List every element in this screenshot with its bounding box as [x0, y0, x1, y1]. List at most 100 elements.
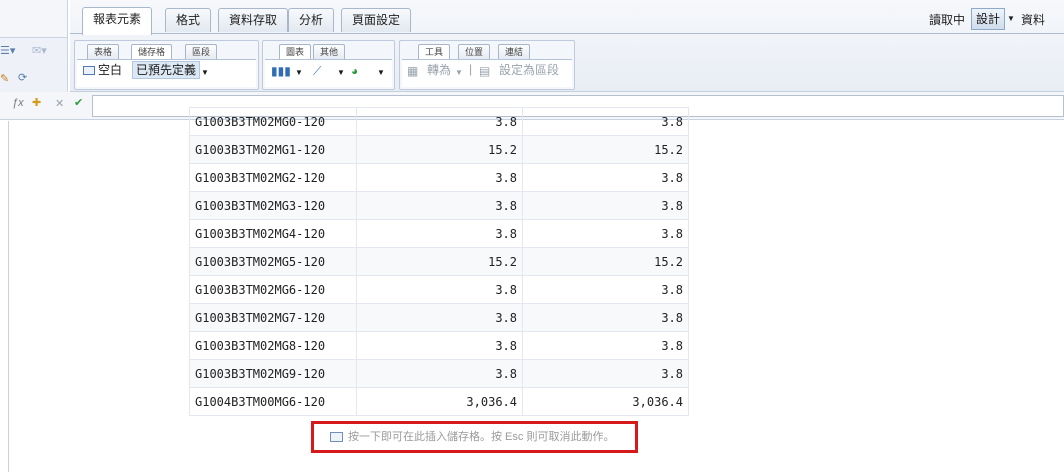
subtab-chart[interactable]: 圖表: [279, 44, 312, 59]
divider: |: [469, 62, 473, 76]
table-cell[interactable]: 3.8: [522, 107, 689, 136]
report-table: G1003B3TM02MG0-120 3.8 3.8 G1003B3TM02MG1-1…: [189, 107, 689, 416]
edit-icon[interactable]: ✎: [0, 72, 9, 85]
chevron-down-icon[interactable]: ▼: [1007, 14, 1015, 23]
hint-text: 按一下即可在此插入儲存格。按 Esc 則可取消此動作。: [348, 431, 615, 443]
table-cell[interactable]: G1003B3TM02MG1-120: [189, 135, 357, 164]
subtab-table[interactable]: 表格: [87, 44, 120, 59]
cancel-icon[interactable]: ✕: [55, 97, 64, 110]
table-cell[interactable]: 3,036.4: [522, 387, 689, 416]
table-cell[interactable]: G1003B3TM02MG6-120: [189, 275, 357, 304]
table-cell[interactable]: 3.8: [356, 303, 523, 332]
table-row[interactable]: G1003B3TM02MG9-120 3.8 3.8: [189, 359, 689, 388]
insert-field-icon[interactable]: ✚: [32, 96, 41, 109]
table-cell[interactable]: 3.8: [522, 331, 689, 360]
table-cell[interactable]: G1003B3TM02MG0-120: [189, 107, 357, 136]
refresh-icon[interactable]: ⟳: [18, 71, 27, 84]
chevron-down-icon: ▼: [455, 68, 463, 77]
table-cell[interactable]: 3.8: [356, 275, 523, 304]
mode-data[interactable]: 資料: [1021, 11, 1045, 28]
mail-icon[interactable]: ✉▾: [32, 44, 47, 57]
table-cell[interactable]: G1003B3TM02MG3-120: [189, 191, 357, 220]
mode-reading[interactable]: 讀取中: [929, 11, 965, 28]
table-row[interactable]: G1003B3TM02MG4-120 3.8 3.8: [189, 219, 689, 248]
ribbon: 報表元素 格式 資料存取 分析 頁面設定 讀取中 設計 ▼ 資料 表格 儲存格 …: [70, 0, 1064, 92]
ribbon-tab-row: 報表元素 格式 資料存取 分析 頁面設定 讀取中 設計 ▼ 資料: [70, 0, 1064, 35]
convert-icon: ▦: [407, 64, 419, 78]
table-cell[interactable]: 3.8: [522, 191, 689, 220]
tab-data-access[interactable]: 資料存取: [218, 8, 289, 32]
table-row[interactable]: G1003B3TM02MG8-120 3.8 3.8: [189, 331, 689, 360]
table-cell[interactable]: 3.8: [356, 107, 523, 136]
section-icon: ▤: [479, 64, 491, 78]
tab-format[interactable]: 格式: [165, 8, 212, 32]
tab-report-elements[interactable]: 報表元素: [82, 7, 153, 35]
bar-chart-icon[interactable]: ▮▮▮: [271, 63, 291, 81]
subtab-position[interactable]: 位置: [458, 44, 491, 59]
table-cell[interactable]: G1003B3TM02MG4-120: [189, 219, 357, 248]
confirm-icon[interactable]: ✔: [74, 96, 83, 109]
table-cell[interactable]: 3.8: [356, 331, 523, 360]
table-cell[interactable]: 3.8: [356, 163, 523, 192]
list-icon[interactable]: ☰▾: [0, 44, 15, 57]
table-cell[interactable]: 3,036.4: [356, 387, 523, 416]
table-cell[interactable]: 3.8: [356, 359, 523, 388]
blank-cell-button[interactable]: 空白: [83, 62, 122, 80]
subtab-section[interactable]: 區段: [185, 44, 218, 59]
subtab-link[interactable]: 連結: [498, 44, 531, 59]
table-row[interactable]: G1003B3TM02MG0-120 3.8 3.8: [189, 107, 689, 136]
mode-design-label: 設計: [976, 12, 1001, 26]
pie-chart-icon[interactable]: ◕: [351, 63, 358, 81]
table-row[interactable]: G1004B3TM00MG6-120 3,036.4 3,036.4: [189, 387, 689, 416]
tab-page-setup[interactable]: 頁面設定: [341, 8, 412, 32]
function-icon[interactable]: ƒx: [12, 97, 24, 109]
left-panel-header: [0, 0, 67, 38]
table-cell[interactable]: 3.8: [522, 163, 689, 192]
subtab-cell[interactable]: 儲存格: [131, 44, 173, 59]
subtab-tools[interactable]: 工具: [418, 44, 451, 59]
set-section-button[interactable]: 設定為區段: [499, 62, 559, 80]
chevron-down-icon[interactable]: ▼: [295, 64, 303, 82]
blank-cell-label: 空白: [98, 63, 123, 77]
cell-group: 表格 儲存格 區段 空白 已預先定義 ▼: [74, 40, 259, 90]
chevron-down-icon[interactable]: ▼: [337, 64, 345, 82]
left-panel: ☰▾ ✉▾ ✎ ⟳: [0, 0, 68, 96]
chart-group: 圖表 其他 ▮▮▮ ▼ ⟋ ▼ ◕ ▼: [262, 40, 395, 90]
table-row[interactable]: G1003B3TM02MG2-120 3.8 3.8: [189, 163, 689, 192]
mode-design-button[interactable]: 設計: [971, 8, 1006, 30]
table-cell[interactable]: 3.8: [522, 359, 689, 388]
table-cell[interactable]: G1004B3TM00MG6-120: [189, 387, 357, 416]
table-cell[interactable]: 15.2: [522, 135, 689, 164]
insert-cell-hint[interactable]: 按一下即可在此插入儲存格。按 Esc 則可取消此動作。: [311, 421, 638, 453]
chevron-down-icon[interactable]: ▼: [377, 64, 385, 82]
report-designer: ☰▾ ✉▾ ✎ ⟳ 報表元素 格式 資料存取 分析 頁面設定 讀取中 設計 ▼ …: [0, 0, 1064, 472]
subtab-other[interactable]: 其他: [313, 44, 346, 59]
table-cell[interactable]: G1003B3TM02MG7-120: [189, 303, 357, 332]
scatter-chart-icon[interactable]: ⟋: [313, 63, 321, 81]
blank-cell-icon: [83, 66, 95, 76]
table-cell[interactable]: 3.8: [522, 275, 689, 304]
table-cell[interactable]: G1003B3TM02MG9-120: [189, 359, 357, 388]
table-cell[interactable]: G1003B3TM02MG2-120: [189, 163, 357, 192]
chevron-down-icon[interactable]: ▼: [201, 64, 209, 82]
table-cell[interactable]: 3.8: [522, 303, 689, 332]
table-row[interactable]: G1003B3TM02MG7-120 3.8 3.8: [189, 303, 689, 332]
table-row[interactable]: G1003B3TM02MG1-120 15.2 15.2: [189, 135, 689, 164]
table-row[interactable]: G1003B3TM02MG3-120 3.8 3.8: [189, 191, 689, 220]
table-cell[interactable]: 15.2: [356, 135, 523, 164]
table-cell[interactable]: G1003B3TM02MG5-120: [189, 247, 357, 276]
table-cell[interactable]: 15.2: [356, 247, 523, 276]
cell-group-body: 空白 已預先定義 ▼: [77, 59, 256, 87]
table-cell[interactable]: 3.8: [356, 219, 523, 248]
report-canvas[interactable]: G1003B3TM02MG0-120 3.8 3.8 G1003B3TM02MG1-1…: [8, 107, 1064, 472]
table-row[interactable]: G1003B3TM02MG6-120 3.8 3.8: [189, 275, 689, 304]
table-cell[interactable]: 3.8: [522, 219, 689, 248]
convert-button[interactable]: 轉為: [427, 62, 451, 80]
tab-analysis[interactable]: 分析: [288, 8, 335, 32]
preset-dropdown[interactable]: 已預先定義: [132, 61, 201, 79]
table-cell[interactable]: G1003B3TM02MG8-120: [189, 331, 357, 360]
table-row[interactable]: G1003B3TM02MG5-120 15.2 15.2: [189, 247, 689, 276]
table-cell[interactable]: 3.8: [356, 191, 523, 220]
table-cell[interactable]: 15.2: [522, 247, 689, 276]
tools-group: 工具 位置 連結 ▦ 轉為 ▼ | ▤ 設定為區段: [399, 40, 575, 90]
